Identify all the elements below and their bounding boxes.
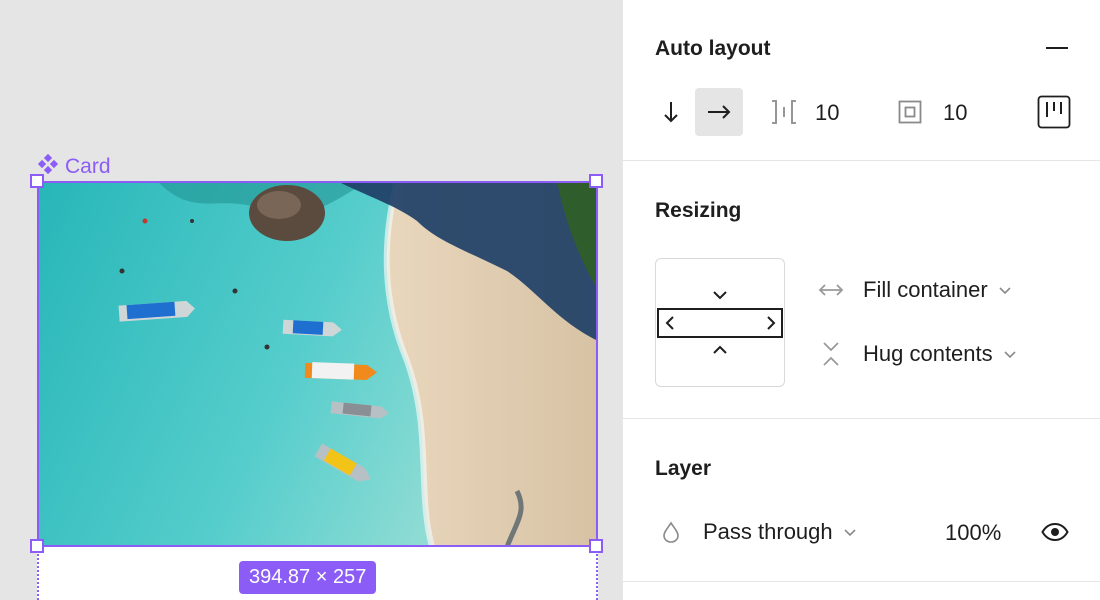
chevron-down-icon xyxy=(712,289,728,301)
layer-title: Layer xyxy=(655,457,712,480)
canvas[interactable]: Card · · · xyxy=(0,0,622,600)
drop-icon xyxy=(661,520,681,544)
eye-icon[interactable] xyxy=(1039,519,1071,545)
chevron-down-icon xyxy=(844,529,856,537)
height-mode-dropdown[interactable]: Hug contents xyxy=(863,341,1017,367)
auto-layout-section: Auto layout 10 10 xyxy=(623,0,1100,161)
component-label[interactable]: Card xyxy=(37,153,111,181)
gap-value[interactable]: 10 xyxy=(815,100,839,126)
padding-value[interactable]: 10 xyxy=(943,100,967,126)
resizing-preview[interactable] xyxy=(655,258,785,387)
chevron-right-icon xyxy=(765,315,777,331)
card-image[interactable] xyxy=(37,181,598,547)
padding-icon xyxy=(897,99,923,125)
gap-icon xyxy=(767,98,801,126)
width-mode-label: Fill container xyxy=(863,277,988,302)
beach-photo xyxy=(37,181,598,547)
alignment-icon[interactable] xyxy=(1037,95,1071,129)
blend-mode-dropdown[interactable]: Pass through xyxy=(703,519,857,545)
minus-icon[interactable] xyxy=(1043,36,1071,60)
width-mode-dropdown[interactable]: Fill container xyxy=(863,277,1012,303)
resize-handle-bottom-right[interactable] xyxy=(589,539,603,553)
arrow-right-icon[interactable] xyxy=(695,88,743,136)
resize-handle-bottom-left[interactable] xyxy=(30,539,44,553)
card-text-clipped: · · · xyxy=(99,589,138,600)
chevron-up-icon xyxy=(712,343,728,355)
height-mode-label: Hug contents xyxy=(863,341,993,366)
resize-handle-top-left[interactable] xyxy=(30,174,44,188)
resizing-frame xyxy=(657,308,783,338)
horizontal-resize-icon xyxy=(817,280,845,300)
size-badge: 394.87 × 257 xyxy=(239,561,377,594)
resizing-title: Resizing xyxy=(655,199,742,222)
arrow-down-icon[interactable] xyxy=(653,88,689,136)
auto-layout-title: Auto layout xyxy=(655,37,771,60)
opacity-value[interactable]: 100% xyxy=(945,520,1001,546)
blend-mode-label: Pass through xyxy=(703,519,833,544)
resize-handle-top-right[interactable] xyxy=(589,174,603,188)
chevron-down-icon xyxy=(1004,351,1016,359)
layer-section: Layer xyxy=(623,419,1100,582)
component-name: Card xyxy=(65,155,111,178)
chevron-left-icon xyxy=(663,315,675,331)
chevron-down-icon xyxy=(999,287,1011,295)
properties-panel: Auto layout 10 10 Resizing Fill containe… xyxy=(622,0,1100,600)
vertical-resize-icon xyxy=(820,341,842,367)
